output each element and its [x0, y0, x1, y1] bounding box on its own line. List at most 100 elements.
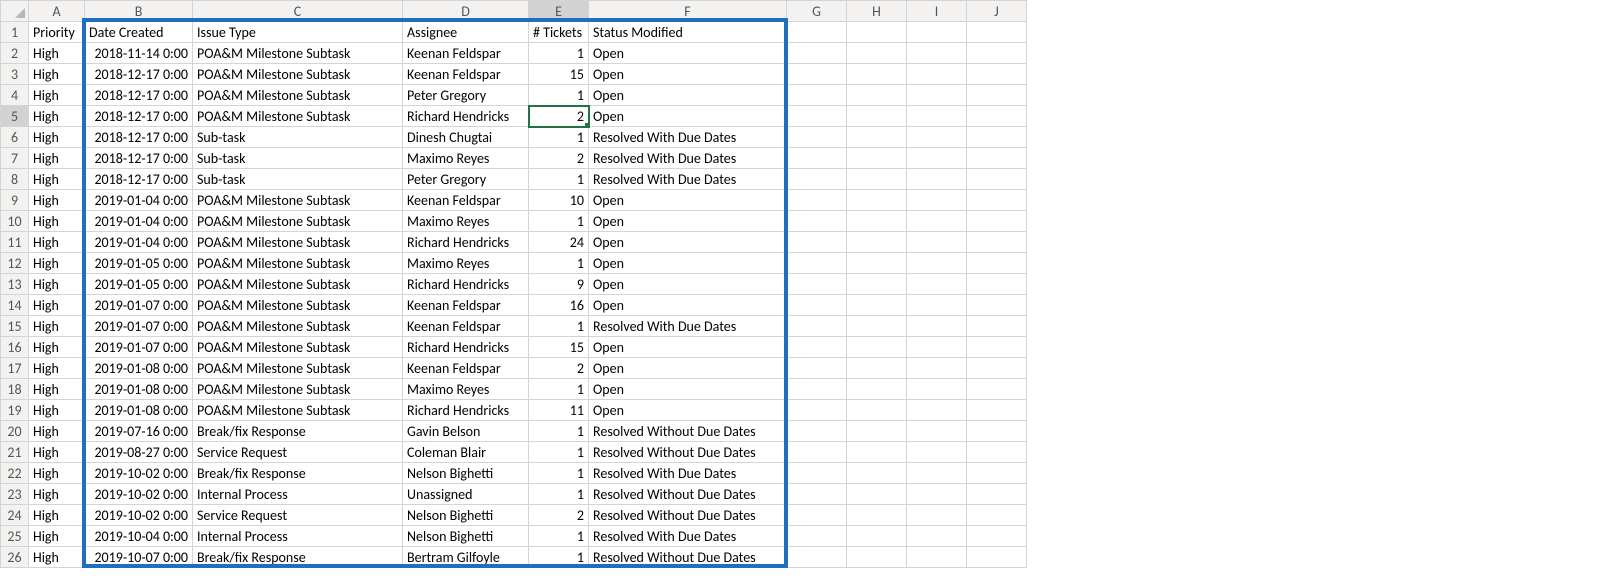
- cell-G12[interactable]: [787, 253, 847, 274]
- cell-H4[interactable]: [847, 85, 907, 106]
- cell-E15[interactable]: 1: [529, 316, 589, 337]
- cell-A2[interactable]: High: [29, 43, 85, 64]
- cell-J7[interactable]: [967, 148, 1027, 169]
- cell-H16[interactable]: [847, 337, 907, 358]
- cell-D14[interactable]: Keenan Feldspar: [403, 295, 529, 316]
- cell-F23[interactable]: Resolved Without Due Dates: [589, 484, 787, 505]
- cell-B12[interactable]: 2019-01-05 0:00: [85, 253, 193, 274]
- cell-H6[interactable]: [847, 127, 907, 148]
- row-header[interactable]: 10: [1, 211, 29, 232]
- cell-F18[interactable]: Open: [589, 379, 787, 400]
- cell-B16[interactable]: 2019-01-07 0:00: [85, 337, 193, 358]
- cell-E22[interactable]: 1: [529, 463, 589, 484]
- cell-J23[interactable]: [967, 484, 1027, 505]
- cell-J20[interactable]: [967, 421, 1027, 442]
- cell-H5[interactable]: [847, 106, 907, 127]
- cell-F26[interactable]: Resolved Without Due Dates: [589, 547, 787, 568]
- cell-H12[interactable]: [847, 253, 907, 274]
- cell-H7[interactable]: [847, 148, 907, 169]
- cell-B5[interactable]: 2018-12-17 0:00: [85, 106, 193, 127]
- cell-F22[interactable]: Resolved With Due Dates: [589, 463, 787, 484]
- cell-G15[interactable]: [787, 316, 847, 337]
- cell-I20[interactable]: [907, 421, 967, 442]
- cell-H8[interactable]: [847, 169, 907, 190]
- cell-E25[interactable]: 1: [529, 526, 589, 547]
- cell-D4[interactable]: Peter Gregory: [403, 85, 529, 106]
- cell-J1[interactable]: [967, 22, 1027, 43]
- cell-H21[interactable]: [847, 442, 907, 463]
- row-header[interactable]: 2: [1, 43, 29, 64]
- cell-C15[interactable]: POA&M Milestone Subtask: [193, 316, 403, 337]
- cell-D20[interactable]: Gavin Belson: [403, 421, 529, 442]
- cell-I21[interactable]: [907, 442, 967, 463]
- cell-G4[interactable]: [787, 85, 847, 106]
- select-all-corner[interactable]: [1, 1, 29, 22]
- cell-D2[interactable]: Keenan Feldspar: [403, 43, 529, 64]
- cell-D8[interactable]: Peter Gregory: [403, 169, 529, 190]
- cell-G2[interactable]: [787, 43, 847, 64]
- cell-C10[interactable]: POA&M Milestone Subtask: [193, 211, 403, 232]
- cell-B23[interactable]: 2019-10-02 0:00: [85, 484, 193, 505]
- cell-A7[interactable]: High: [29, 148, 85, 169]
- cell-C14[interactable]: POA&M Milestone Subtask: [193, 295, 403, 316]
- cell-E24[interactable]: 2: [529, 505, 589, 526]
- cell-A21[interactable]: High: [29, 442, 85, 463]
- cell-G7[interactable]: [787, 148, 847, 169]
- cell-H26[interactable]: [847, 547, 907, 568]
- cell-B18[interactable]: 2019-01-08 0:00: [85, 379, 193, 400]
- cell-J4[interactable]: [967, 85, 1027, 106]
- cell-C18[interactable]: POA&M Milestone Subtask: [193, 379, 403, 400]
- cell-E4[interactable]: 1: [529, 85, 589, 106]
- cell-F12[interactable]: Open: [589, 253, 787, 274]
- row-header[interactable]: 6: [1, 127, 29, 148]
- cell-A3[interactable]: High: [29, 64, 85, 85]
- cell-I1[interactable]: [907, 22, 967, 43]
- cell-J9[interactable]: [967, 190, 1027, 211]
- cell-J21[interactable]: [967, 442, 1027, 463]
- cell-J12[interactable]: [967, 253, 1027, 274]
- cell-I2[interactable]: [907, 43, 967, 64]
- cell-A9[interactable]: High: [29, 190, 85, 211]
- column-header-J[interactable]: J: [967, 1, 1027, 22]
- cell-I26[interactable]: [907, 547, 967, 568]
- cell-A6[interactable]: High: [29, 127, 85, 148]
- cell-H9[interactable]: [847, 190, 907, 211]
- cell-C8[interactable]: Sub-task: [193, 169, 403, 190]
- cell-J11[interactable]: [967, 232, 1027, 253]
- cell-F4[interactable]: Open: [589, 85, 787, 106]
- cell-A11[interactable]: High: [29, 232, 85, 253]
- cell-F17[interactable]: Open: [589, 358, 787, 379]
- cell-I9[interactable]: [907, 190, 967, 211]
- cell-H10[interactable]: [847, 211, 907, 232]
- cell-E10[interactable]: 1: [529, 211, 589, 232]
- cell-G3[interactable]: [787, 64, 847, 85]
- cell-D19[interactable]: Richard Hendricks: [403, 400, 529, 421]
- cell-F8[interactable]: Resolved With Due Dates: [589, 169, 787, 190]
- cell-F14[interactable]: Open: [589, 295, 787, 316]
- cell-C2[interactable]: POA&M Milestone Subtask: [193, 43, 403, 64]
- cell-I10[interactable]: [907, 211, 967, 232]
- cell-G6[interactable]: [787, 127, 847, 148]
- cell-I8[interactable]: [907, 169, 967, 190]
- cell-I23[interactable]: [907, 484, 967, 505]
- cell-I14[interactable]: [907, 295, 967, 316]
- cell-A8[interactable]: High: [29, 169, 85, 190]
- cell-C13[interactable]: POA&M Milestone Subtask: [193, 274, 403, 295]
- cell-J19[interactable]: [967, 400, 1027, 421]
- cell-H25[interactable]: [847, 526, 907, 547]
- cell-B9[interactable]: 2019-01-04 0:00: [85, 190, 193, 211]
- cell-F2[interactable]: Open: [589, 43, 787, 64]
- cell-C21[interactable]: Service Request: [193, 442, 403, 463]
- cell-E3[interactable]: 15: [529, 64, 589, 85]
- cell-E13[interactable]: 9: [529, 274, 589, 295]
- cell-F9[interactable]: Open: [589, 190, 787, 211]
- cell-H15[interactable]: [847, 316, 907, 337]
- cell-C25[interactable]: Internal Process: [193, 526, 403, 547]
- cell-I25[interactable]: [907, 526, 967, 547]
- cell-J3[interactable]: [967, 64, 1027, 85]
- cell-H22[interactable]: [847, 463, 907, 484]
- column-header-A[interactable]: A: [29, 1, 85, 22]
- cell-I7[interactable]: [907, 148, 967, 169]
- cell-E7[interactable]: 2: [529, 148, 589, 169]
- cell-C11[interactable]: POA&M Milestone Subtask: [193, 232, 403, 253]
